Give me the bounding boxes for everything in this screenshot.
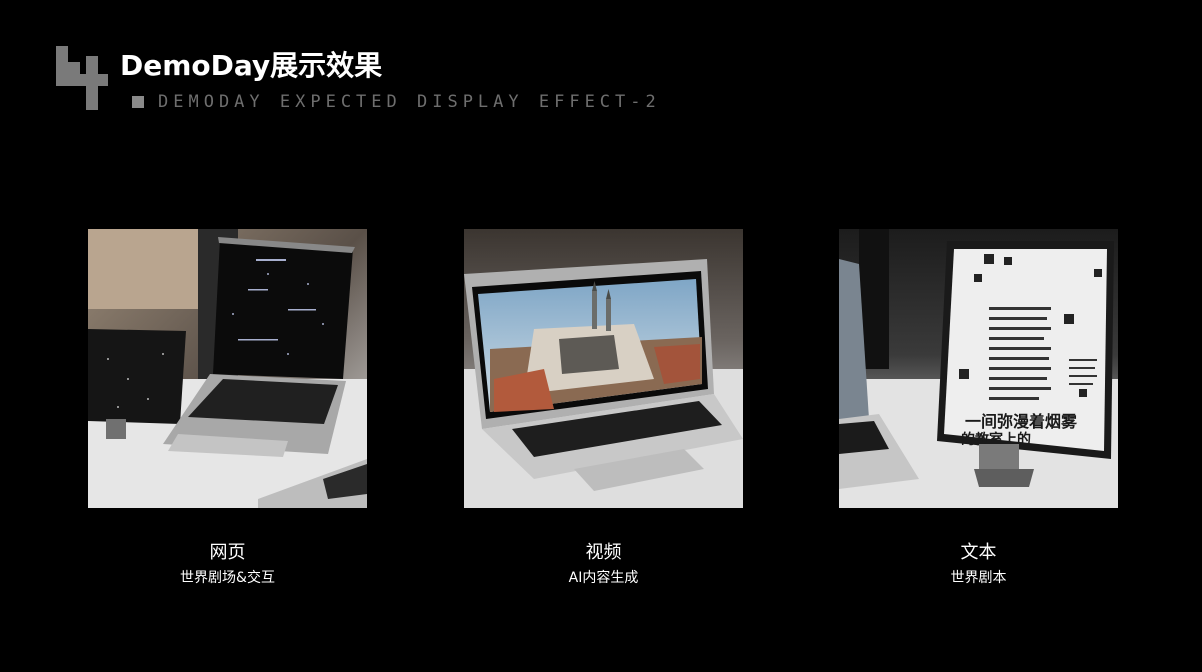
card-description: AI内容生成 (568, 570, 639, 586)
card-web-caption: 网页 世界剧场&交互 (88, 542, 367, 588)
photo-laptop-web (88, 229, 367, 508)
card-video: 视频 AI内容生成 (464, 229, 743, 588)
tablet-headline-1: 一间弥漫着烟雾 (965, 412, 1078, 431)
subtitle-row: DEMODAY EXPECTED DISPLAY EFFECT-2 (132, 92, 661, 112)
card-web: 网页 世界剧场&交互 (88, 229, 367, 588)
page-subtitle: DEMODAY EXPECTED DISPLAY EFFECT-2 (158, 92, 661, 112)
card-description: 世界剧场&交互 (180, 570, 275, 586)
subtitle-bullet-square (132, 96, 144, 108)
card-label: 网页 (209, 542, 246, 563)
section-number-graphic: 4 (56, 46, 108, 110)
page-title: DemoDay展示效果 (120, 49, 383, 82)
card-text-caption: 文本 世界剧本 (839, 542, 1118, 588)
card-description: 世界剧本 (950, 570, 1007, 586)
card-text: 一间弥漫着烟雾 的教室上的 文本 世界剧本 (839, 229, 1118, 588)
card-video-caption: 视频 AI内容生成 (464, 542, 743, 588)
photo-laptop-video (464, 229, 743, 508)
card-label: 视频 (585, 542, 622, 563)
photo-tablet-text: 一间弥漫着烟雾 的教室上的 (839, 229, 1118, 508)
card-label: 文本 (960, 542, 997, 563)
